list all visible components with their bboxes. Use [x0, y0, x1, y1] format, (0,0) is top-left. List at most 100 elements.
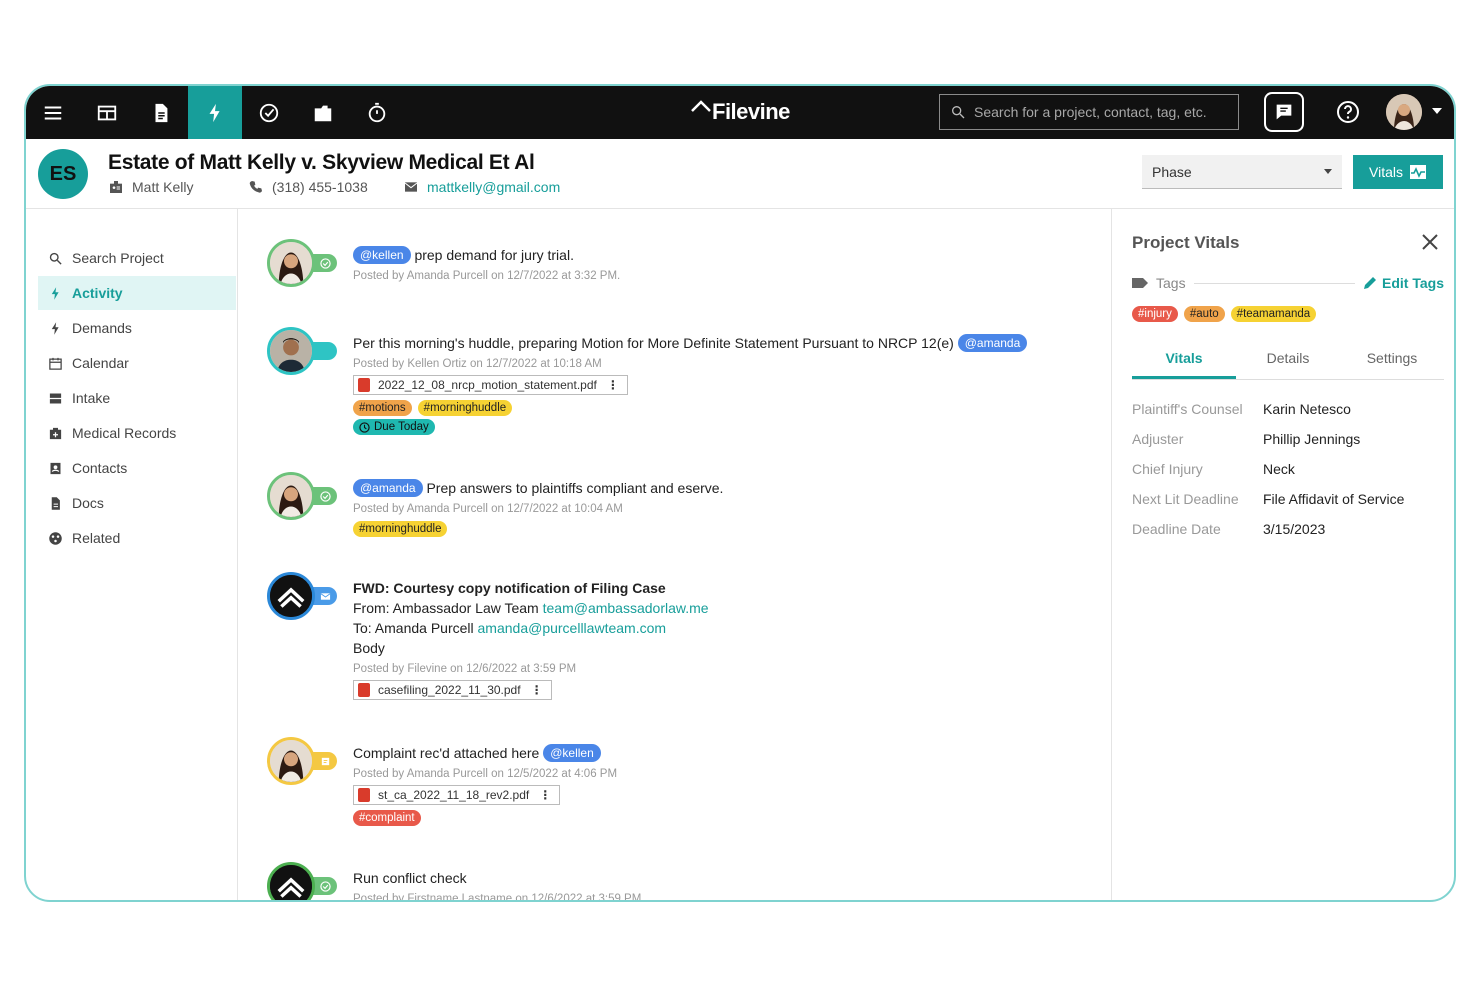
- sidebar-item-label: Calendar: [72, 355, 129, 371]
- due-label: Due Today: [374, 421, 429, 433]
- sidebar-item-contacts[interactable]: Contacts: [38, 451, 236, 485]
- close-icon[interactable]: [1421, 233, 1439, 251]
- global-search[interactable]: [939, 94, 1239, 130]
- project-tag-list: #injury #auto #teamamanda: [1132, 306, 1317, 322]
- entry-text: Per this morning's huddle, preparing Mot…: [353, 335, 954, 351]
- mention-chip[interactable]: @kellen: [543, 744, 601, 762]
- sidebar-item-related[interactable]: Related: [38, 521, 236, 555]
- more-options-icon[interactable]: ⋮: [531, 683, 543, 697]
- avatar[interactable]: [267, 327, 315, 375]
- edit-tags-button[interactable]: Edit Tags: [1363, 275, 1444, 291]
- email-to-link[interactable]: amanda@purcelllawteam.com: [478, 620, 667, 636]
- sidebar-item-medical-records[interactable]: Medical Records: [38, 416, 236, 450]
- due-badge[interactable]: Due Today: [353, 419, 435, 435]
- email-to: To: Amanda Purcell: [353, 620, 474, 636]
- tags-label: Tags: [1156, 275, 1186, 291]
- related-icon: [49, 531, 62, 545]
- vital-row: Chief Injury Neck: [1132, 461, 1452, 477]
- avatar[interactable]: [267, 239, 315, 287]
- vital-value: File Affidavit of Service: [1263, 491, 1405, 507]
- avatar[interactable]: [267, 472, 315, 520]
- vitals-tabs: Vitals Details Settings: [1132, 346, 1444, 380]
- vitals-title: Project Vitals: [1132, 233, 1240, 252]
- folder-icon[interactable]: [296, 86, 350, 139]
- sidebar-item-activity[interactable]: Activity: [38, 276, 236, 310]
- vital-value: Phillip Jennings: [1263, 431, 1361, 447]
- file-name: casefiling_2022_11_30.pdf: [378, 683, 521, 697]
- chevron-down-icon: [1324, 169, 1332, 174]
- menu-icon[interactable]: [26, 86, 80, 139]
- phase-select[interactable]: Phase: [1142, 155, 1342, 189]
- tab-settings[interactable]: Settings: [1340, 346, 1444, 379]
- phone-contact[interactable]: (318) 455-1038: [248, 179, 368, 195]
- sidebar-item-calendar[interactable]: Calendar: [38, 346, 236, 380]
- tag-chip[interactable]: #motions: [353, 400, 412, 416]
- tab-vitals[interactable]: Vitals: [1132, 346, 1236, 379]
- tab-details[interactable]: Details: [1236, 346, 1340, 379]
- entry-body: Run conflict check Posted by Firstname L…: [353, 868, 642, 902]
- search-input[interactable]: [974, 104, 1234, 120]
- dashboard-icon[interactable]: [80, 86, 134, 139]
- phase-label: Phase: [1152, 163, 1192, 180]
- filevine-avatar[interactable]: [267, 572, 315, 620]
- vital-value: Neck: [1263, 461, 1295, 477]
- doc-icon: [51, 496, 60, 510]
- document-note-icon: [313, 752, 337, 770]
- tag-chip[interactable]: #morninghuddle: [353, 521, 448, 537]
- pdf-icon: [358, 683, 370, 697]
- tasks-check-icon[interactable]: [242, 86, 296, 139]
- sidebar-item-docs[interactable]: Docs: [38, 486, 236, 520]
- sidebar-item-search-project[interactable]: Search Project: [38, 241, 236, 275]
- more-options-icon[interactable]: ⋮: [539, 788, 551, 802]
- pdf-icon: [358, 378, 370, 392]
- tag-chip[interactable]: #auto: [1183, 306, 1225, 322]
- entry-body: @amanda Prep answers to plaintiffs compl…: [353, 478, 723, 537]
- email-link[interactable]: mattkelly@gmail.com: [427, 179, 560, 195]
- author-avatar-group: [267, 862, 337, 900]
- mention-chip[interactable]: @amanda: [353, 479, 423, 497]
- entry-text: Run conflict check: [353, 870, 467, 886]
- entry-text: Complaint rec'd attached here: [353, 745, 540, 761]
- tag-chip[interactable]: #morninghuddle: [417, 400, 513, 416]
- file-attachment[interactable]: 2022_12_08_nrcp_motion_statement.pdf ⋮: [353, 375, 628, 395]
- author-avatar-group: [267, 737, 337, 787]
- tag-list: #morninghuddle: [353, 521, 723, 537]
- chat-icon: [1276, 104, 1292, 120]
- tag-chip[interactable]: #complaint: [353, 810, 421, 826]
- email-from: From: Ambassador Law Team: [353, 600, 539, 616]
- more-options-icon[interactable]: ⋮: [607, 378, 619, 392]
- document-icon[interactable]: [134, 86, 188, 139]
- avatar[interactable]: [267, 737, 315, 785]
- sidebar-item-intake[interactable]: Intake: [38, 381, 236, 415]
- file-attachment[interactable]: st_ca_2022_11_18_rev2.pdf ⋮: [353, 785, 561, 805]
- user-avatar[interactable]: [1386, 94, 1422, 130]
- filevine-avatar[interactable]: [267, 862, 315, 900]
- chat-button[interactable]: [1264, 92, 1304, 132]
- mention-chip[interactable]: @kellen: [353, 246, 411, 264]
- vitals-button[interactable]: Vitals: [1353, 155, 1443, 189]
- activity-bolt-icon[interactable]: [188, 86, 242, 139]
- tag-list: #motions #morninghuddle: [353, 400, 1027, 416]
- task-check-icon: [313, 487, 337, 505]
- email-from-link[interactable]: team@ambassadorlaw.me: [543, 600, 709, 616]
- tag-chip[interactable]: #injury: [1132, 306, 1178, 322]
- tag-chip[interactable]: #teamamanda: [1230, 306, 1317, 322]
- entry-posted-by: Posted by Firstname Lastname on 12/6/202…: [353, 893, 642, 902]
- entry-body: FWD: Courtesy copy notification of Filin…: [353, 578, 709, 702]
- file-attachment[interactable]: casefiling_2022_11_30.pdf ⋮: [353, 680, 552, 700]
- logo-chevron-icon: [691, 100, 711, 112]
- mention-chip[interactable]: @amanda: [957, 334, 1028, 352]
- email-contact[interactable]: mattkelly@gmail.com: [403, 179, 560, 195]
- help-icon[interactable]: [1336, 100, 1360, 124]
- client-contact[interactable]: Matt Kelly: [108, 179, 193, 195]
- phone-number: (318) 455-1038: [272, 179, 368, 195]
- user-menu-caret-icon[interactable]: [1432, 108, 1442, 114]
- author-avatar-group: [267, 572, 337, 622]
- entry-body: Per this morning's huddle, preparing Mot…: [353, 333, 1028, 435]
- sidebar-item-label: Search Project: [72, 250, 164, 266]
- timer-icon[interactable]: [350, 86, 404, 139]
- note-icon: [313, 342, 337, 360]
- entry-posted-by: Posted by Kellen Ortiz on 12/7/2022 at 1…: [353, 358, 602, 370]
- sidebar-item-demands[interactable]: Demands: [38, 311, 236, 345]
- vital-row: Next Lit Deadline File Affidavit of Serv…: [1132, 491, 1452, 507]
